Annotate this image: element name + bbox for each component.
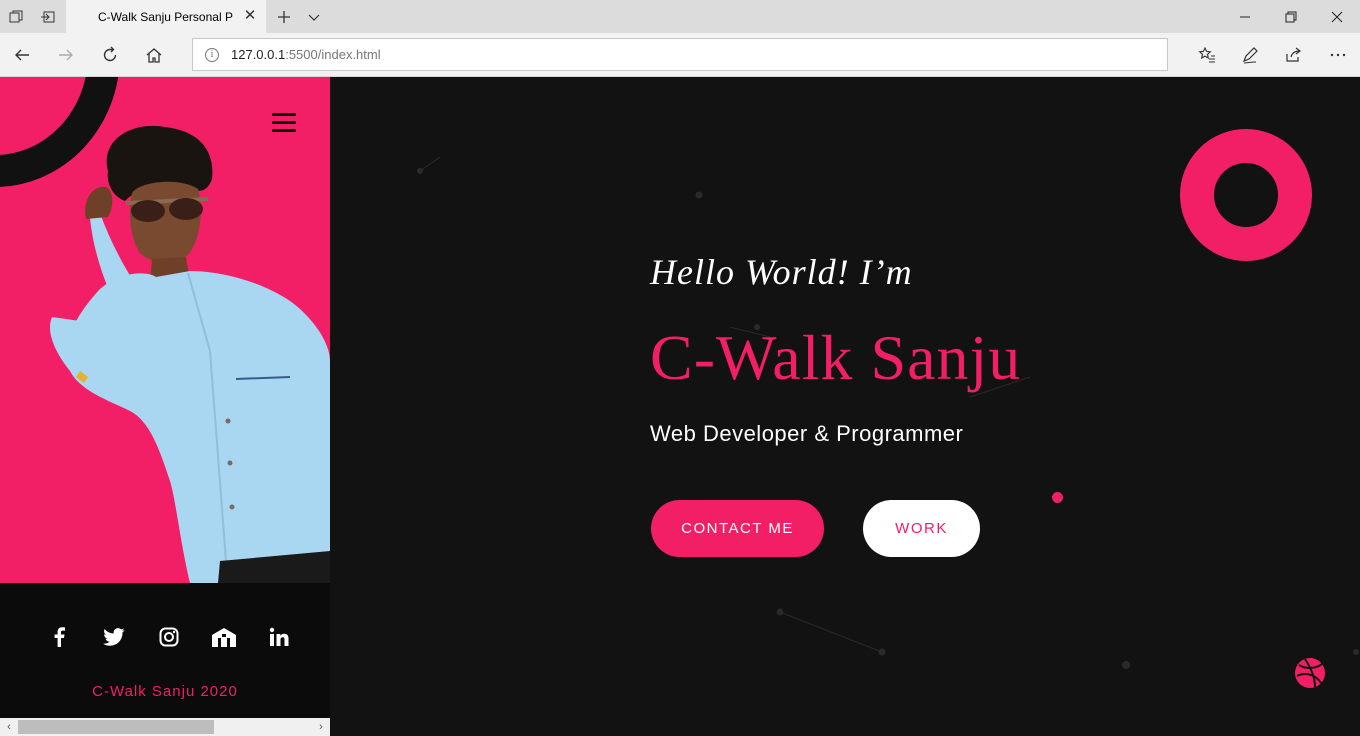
- linkedin-icon[interactable]: [264, 622, 294, 652]
- url-path: :5500/index.html: [285, 47, 381, 62]
- profile-photo: [50, 125, 330, 583]
- url-host: 127.0.0.1: [231, 47, 286, 62]
- site-info-icon[interactable]: i: [205, 47, 219, 62]
- scroll-left-icon[interactable]: ‹: [0, 718, 18, 736]
- active-tab[interactable]: C-Walk Sanju Personal P ✕: [66, 0, 266, 33]
- favorites-icon[interactable]: [1185, 33, 1229, 77]
- set-tabs-aside-icon[interactable]: [32, 0, 64, 33]
- dribbble-icon[interactable]: [1293, 656, 1327, 690]
- copyright-text: C-Walk Sanju 2020: [92, 683, 238, 700]
- work-button[interactable]: WORK: [863, 500, 980, 557]
- more-options-icon[interactable]: [1316, 33, 1360, 77]
- house-icon[interactable]: [209, 622, 239, 652]
- address-bar[interactable]: i 127.0.0.1 :5500/index.html: [192, 38, 1168, 71]
- minimize-icon[interactable]: [1222, 0, 1268, 33]
- browser-nav-bar: i 127.0.0.1 :5500/index.html: [0, 33, 1360, 77]
- forward-icon[interactable]: [44, 33, 88, 77]
- refresh-icon[interactable]: [88, 33, 132, 77]
- sidebar: C-Walk Sanju 2020 ‹ ›: [0, 77, 330, 736]
- twitter-icon[interactable]: [99, 622, 129, 652]
- back-icon[interactable]: [0, 33, 44, 77]
- contact-me-button[interactable]: CONTACT ME: [651, 500, 824, 557]
- hero-section: Hello World! I’m C-Walk Sanju Web Develo…: [330, 77, 1360, 736]
- profile-panel: [0, 77, 330, 583]
- close-window-icon[interactable]: [1314, 0, 1360, 33]
- browser-tab-bar: C-Walk Sanju Personal P ✕: [0, 0, 1360, 33]
- new-tab-icon[interactable]: [268, 0, 300, 33]
- pen-icon[interactable]: [1228, 33, 1272, 77]
- page-content: C-Walk Sanju 2020 ‹ › Hello World! I’m C…: [0, 77, 1360, 736]
- scrollbar-thumb[interactable]: [18, 720, 214, 734]
- tab-preview-chevron-icon[interactable]: [298, 0, 330, 33]
- scroll-right-icon[interactable]: ›: [312, 718, 330, 736]
- facebook-icon[interactable]: [44, 622, 74, 652]
- hero-greeting: Hello World! I’m: [650, 252, 913, 292]
- horizontal-scrollbar[interactable]: ‹ ›: [0, 718, 330, 736]
- tab-close-icon[interactable]: ✕: [242, 8, 258, 24]
- instagram-icon[interactable]: [154, 622, 184, 652]
- hero-name: C-Walk Sanju: [650, 322, 1022, 393]
- decorative-ring: [1180, 129, 1312, 261]
- hero-role: Web Developer & Programmer: [650, 421, 964, 446]
- home-icon[interactable]: [132, 33, 176, 77]
- decorative-dot: [1052, 492, 1063, 503]
- tab-title: C-Walk Sanju Personal P: [98, 9, 233, 24]
- restore-icon[interactable]: [1268, 0, 1314, 33]
- sidebar-footer: C-Walk Sanju 2020: [0, 583, 330, 718]
- share-icon[interactable]: [1271, 33, 1315, 77]
- tab-manager-icon[interactable]: [0, 0, 32, 33]
- social-links: [44, 619, 294, 655]
